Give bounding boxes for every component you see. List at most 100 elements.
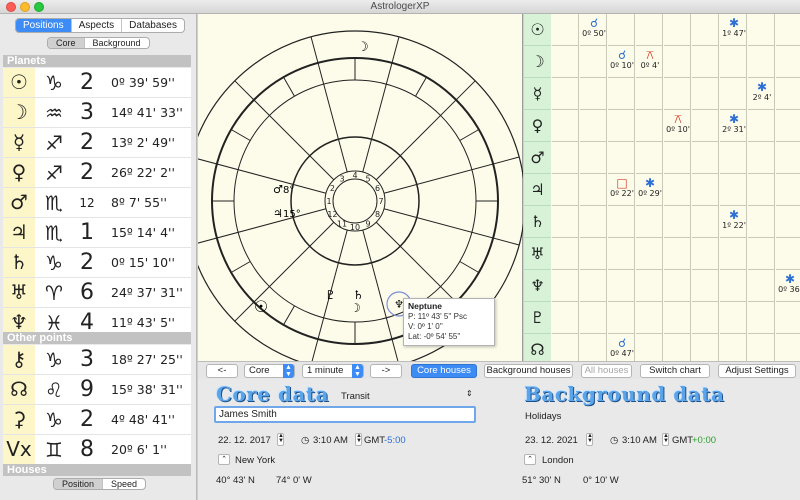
grid-cell[interactable] [720, 302, 747, 334]
background-houses-button[interactable]: Background houses [484, 364, 573, 378]
grid-cell[interactable] [580, 78, 607, 110]
core-name-field[interactable]: James Smith [214, 406, 476, 423]
aspect-entry[interactable]: ✱ 1º 47' [712, 17, 756, 38]
switch-chart-button[interactable]: Switch chart [640, 364, 710, 378]
grid-cell[interactable] [552, 110, 579, 142]
tab-aspects[interactable]: Aspects [70, 19, 122, 32]
grid-cell[interactable] [692, 238, 719, 270]
background-time-stepper[interactable]: ▲ ▼ [662, 433, 669, 446]
aspect-entry[interactable]: ⚻ 0º 4' [628, 49, 672, 70]
core-date[interactable]: 22. 12. 2017 [218, 435, 271, 446]
core-date-stepper[interactable]: ▲ ▼ [277, 433, 284, 446]
grid-cell[interactable] [636, 142, 663, 174]
core-type-arrows-icon[interactable]: ⇕ [466, 389, 473, 398]
core-gmt-value[interactable]: -5:00 [384, 435, 406, 446]
background-date[interactable]: 23. 12. 2021 [525, 435, 578, 446]
planet-row[interactable]: ☿ ♐ 2 13º 2' 49'' [3, 128, 191, 158]
grid-cell[interactable] [636, 206, 663, 238]
grid-cell[interactable] [552, 334, 579, 361]
point-row[interactable]: Vx ♊ 8 20º 6' 1'' [3, 435, 191, 465]
grid-cell[interactable] [552, 238, 579, 270]
grid-cell[interactable] [664, 270, 691, 302]
background-name[interactable]: Holidays [525, 411, 561, 422]
step-select[interactable]: 1 minute ▲ ▼ [302, 364, 364, 378]
grid-cell[interactable] [692, 302, 719, 334]
background-city[interactable]: London [542, 455, 574, 466]
grid-cell[interactable] [580, 238, 607, 270]
grid-cell[interactable] [776, 46, 800, 78]
point-row[interactable]: ☊ ♌ 9 15º 38' 31'' [3, 375, 191, 405]
grid-cell[interactable] [580, 302, 607, 334]
core-city[interactable]: New York [235, 455, 275, 466]
grid-cell[interactable] [636, 302, 663, 334]
aspect-entry[interactable]: ⚻ 0º 10' [656, 113, 700, 134]
grid-cell[interactable] [636, 238, 663, 270]
grid-cell[interactable] [552, 206, 579, 238]
tab-positions[interactable]: Positions [16, 19, 71, 32]
tab-databases[interactable]: Databases [121, 19, 184, 32]
core-type-select[interactable]: Transit [341, 391, 370, 402]
grid-cell[interactable] [580, 206, 607, 238]
planet-row[interactable]: ☽ ♒ 3 14º 41' 33'' [3, 98, 191, 128]
aspect-entry[interactable]: ✱ 1º 22' [712, 209, 756, 230]
grid-cell[interactable] [748, 174, 775, 206]
core-city-up-icon[interactable]: ⌃ [218, 454, 230, 465]
aspect-entry[interactable]: ✱ 0º 36' [768, 273, 800, 294]
grid-cell[interactable] [636, 270, 663, 302]
grid-cell[interactable] [608, 110, 635, 142]
grid-cell[interactable] [692, 46, 719, 78]
next-button[interactable]: -> [370, 364, 402, 378]
aspect-entry[interactable]: ☌ 0º 47' [600, 337, 644, 358]
point-row[interactable]: ⚷ ♑ 3 18º 27' 25'' [3, 345, 191, 375]
grid-cell[interactable] [748, 46, 775, 78]
grid-cell[interactable] [580, 110, 607, 142]
grid-cell[interactable] [608, 206, 635, 238]
grid-cell[interactable] [692, 78, 719, 110]
grid-cell[interactable] [720, 270, 747, 302]
grid-cell[interactable] [720, 238, 747, 270]
grid-cell[interactable] [552, 142, 579, 174]
grid-cell[interactable] [776, 206, 800, 238]
background-gmt-value[interactable]: +0:00 [692, 435, 716, 446]
background-time[interactable]: 3:10 AM [622, 435, 657, 446]
tab-speed[interactable]: Speed [102, 479, 145, 489]
grid-cell[interactable] [636, 14, 663, 46]
grid-cell[interactable] [748, 238, 775, 270]
grid-cell[interactable] [552, 78, 579, 110]
grid-cell[interactable] [552, 302, 579, 334]
grid-cell[interactable] [608, 78, 635, 110]
grid-cell[interactable] [552, 270, 579, 302]
grid-cell[interactable] [552, 46, 579, 78]
grid-cell[interactable] [580, 270, 607, 302]
grid-cell[interactable] [692, 270, 719, 302]
all-houses-button[interactable]: All houses [581, 364, 632, 378]
grid-cell[interactable] [692, 142, 719, 174]
grid-cell[interactable] [664, 238, 691, 270]
grid-cell[interactable] [692, 174, 719, 206]
grid-cell[interactable] [748, 334, 775, 361]
grid-cell[interactable] [776, 238, 800, 270]
planet-row[interactable]: ♅ ♈ 6 24º 37' 31'' [3, 278, 191, 308]
grid-cell[interactable] [720, 174, 747, 206]
adjust-settings-button[interactable]: Adjust Settings [718, 364, 796, 378]
planet-row[interactable]: ♃ ♏ 1 15º 14' 4'' [3, 218, 191, 248]
grid-cell[interactable] [664, 14, 691, 46]
grid-cell[interactable] [776, 174, 800, 206]
grid-cell[interactable] [776, 14, 800, 46]
planet-row[interactable]: ♀ ♐ 2 26º 22' 2'' [3, 158, 191, 188]
grid-cell[interactable] [720, 334, 747, 361]
grid-cell[interactable] [608, 238, 635, 270]
grid-cell[interactable] [664, 206, 691, 238]
tab-background[interactable]: Background [83, 38, 149, 48]
background-date-stepper[interactable]: ▲ ▼ [586, 433, 593, 446]
grid-cell[interactable] [720, 142, 747, 174]
tab-position[interactable]: Position [54, 479, 103, 489]
planet-row[interactable]: ♄ ♑ 2 0º 15' 10'' [3, 248, 191, 278]
grid-cell[interactable] [776, 110, 800, 142]
aspect-entry[interactable]: ✱ 2º 4' [740, 81, 784, 102]
grid-cell[interactable] [748, 302, 775, 334]
aspect-entry[interactable]: ☌ 0º 50' [572, 17, 616, 38]
grid-cell[interactable] [608, 142, 635, 174]
grid-cell[interactable] [580, 142, 607, 174]
grid-cell[interactable] [608, 270, 635, 302]
